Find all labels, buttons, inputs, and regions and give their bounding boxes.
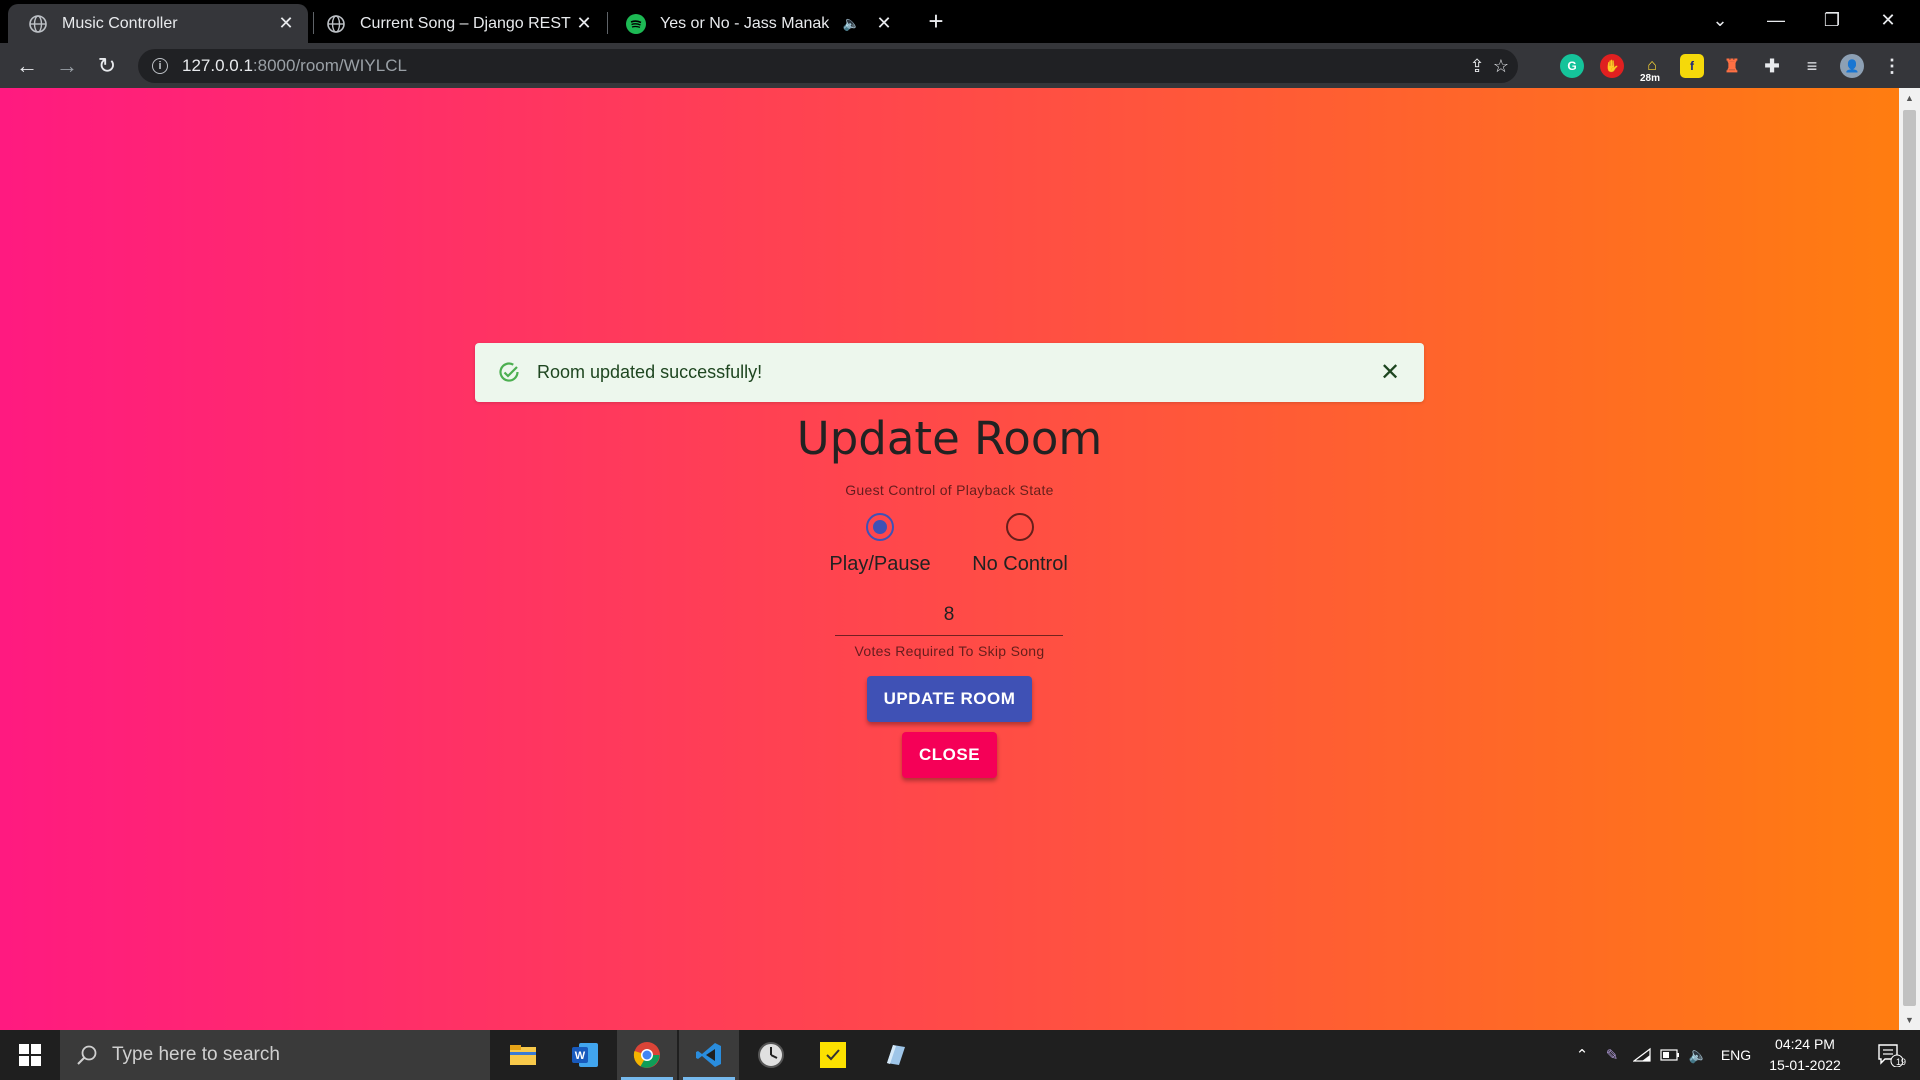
extensions-puzzle-icon[interactable]: ✚ [1760,54,1784,78]
radio-button[interactable] [1006,513,1034,541]
radio-label: Play/Pause [829,553,931,575]
close-icon[interactable]: ✕ [874,13,894,34]
url-host: 127.0.0.1 [182,56,253,75]
search-placeholder: Type here to search [112,1044,280,1065]
show-hidden-icons-chevron[interactable]: ⌃ [1570,1030,1594,1080]
radio-label: No Control [972,553,1068,575]
guest-control-radio-group: Play/Pause No Control [0,513,1899,583]
tab-search-icon[interactable]: ⌄ [1692,0,1748,40]
radio-button-selected[interactable] [866,513,894,541]
close-icon[interactable]: ✕ [574,13,594,34]
guest-control-label: Guest Control of Playback State [845,482,1054,498]
notification-count: 19 [1896,1057,1907,1067]
windows-taskbar: Type here to search W ⌃ ✎ 🔈 ENG 04:24 PM… [0,1030,1920,1080]
tab-current-song[interactable]: Current Song – Django REST fran ✕ [306,4,606,43]
menu-kebab-icon[interactable]: ⋮ [1880,54,1904,78]
bookmark-star-icon[interactable]: ☆ [1484,49,1518,83]
globe-icon [326,14,346,34]
speaker-icon[interactable]: 🔈 [843,15,860,32]
pen-icon[interactable]: ✎ [1600,1030,1624,1080]
sticky-notes-icon[interactable] [803,1030,863,1080]
clock-app-icon[interactable] [741,1030,801,1080]
restore-icon[interactable]: ❐ [1804,0,1860,40]
votes-input-underline [835,635,1063,636]
tab-music-controller[interactable]: Music Controller ✕ [8,4,308,43]
blocker-icon[interactable]: ✋ [1600,54,1624,78]
tab-title: Current Song – Django REST fran [360,14,574,32]
votes-label: Votes Required To Skip Song [854,643,1045,659]
wifi-icon[interactable] [1630,1030,1654,1080]
close-icon[interactable]: ✕ [276,13,296,34]
tab-title: Yes or No - Jass Manak [660,14,830,32]
taskbar-search-input[interactable]: Type here to search [60,1030,490,1080]
clock-time: 04:24 PM [1775,1036,1835,1052]
notification-center-icon[interactable]: 19 [1866,1030,1914,1080]
scroll-up-icon[interactable]: ▲ [1899,90,1920,106]
spotify-icon [626,13,646,34]
tab-spotify-song[interactable]: Yes or No - Jass Manak 🔈 ✕ [606,4,906,43]
clock-date: 15-01-2022 [1769,1057,1841,1073]
profile-avatar[interactable]: 👤 [1840,54,1864,78]
flipkart-icon[interactable]: f [1680,54,1704,78]
minimize-icon[interactable]: — [1748,0,1804,40]
page-scrollbar[interactable]: ▲ ▼ [1899,88,1920,1030]
volume-icon[interactable]: 🔈 [1686,1030,1710,1080]
media-control-icon[interactable]: ≡ [1800,54,1824,78]
svg-text:W: W [575,1050,586,1062]
extension-badge: 28m [1640,73,1661,84]
grammarly-icon[interactable]: G [1560,54,1584,78]
url-path: :8000/room/WIYLCL [252,56,407,75]
page-title: Update Room [796,412,1103,465]
radio-no-control[interactable]: No Control [950,513,1090,576]
tab-title: Music Controller [62,14,178,32]
browser-toolbar: ← → ↻ i 127.0.0.1:8000/room/WIYLCL ⇪ ☆ G… [0,43,1920,88]
tab-strip: Music Controller ✕ Current Song – Django… [0,0,1920,43]
radio-play-pause[interactable]: Play/Pause [810,513,950,576]
eraser-app-icon[interactable] [865,1030,925,1080]
alert-message: Room updated successfully! [537,362,763,382]
window-close-icon[interactable]: ✕ [1860,0,1916,40]
globe-icon [28,14,48,34]
address-bar[interactable]: i 127.0.0.1:8000/room/WIYLCL ⇪ ☆ [138,49,1518,83]
search-icon [77,1045,97,1065]
alert-close-icon[interactable]: ✕ [1378,359,1402,386]
success-alert: Room updated successfully! ✕ [475,343,1424,402]
update-room-button[interactable]: UPDATE ROOM [867,676,1032,722]
scroll-down-icon[interactable]: ▼ [1899,1012,1920,1028]
windows-start-icon[interactable] [0,1030,60,1080]
scrollbar-thumb[interactable] [1903,110,1916,1006]
info-icon[interactable]: i [152,58,168,74]
taskbar-clock[interactable]: 04:24 PM 15-01-2022 [1760,1034,1850,1076]
file-explorer-icon[interactable] [493,1030,553,1080]
check-circle-icon [499,361,519,382]
forward-arrow-icon[interactable]: → [52,51,82,81]
close-button[interactable]: CLOSE [902,732,997,778]
back-arrow-icon[interactable]: ← [12,51,42,81]
new-tab-button[interactable]: + [922,6,950,36]
battery-icon[interactable] [1658,1030,1682,1080]
votes-input[interactable]: 8 [835,604,1063,626]
reload-icon[interactable]: ↻ [92,51,122,81]
language-indicator[interactable]: ENG [1714,1030,1758,1080]
chrome-icon[interactable] [617,1030,677,1080]
word-icon[interactable]: W [555,1030,615,1080]
rocket-extension-icon[interactable]: ♜ [1720,54,1744,78]
vscode-icon[interactable] [679,1030,739,1080]
